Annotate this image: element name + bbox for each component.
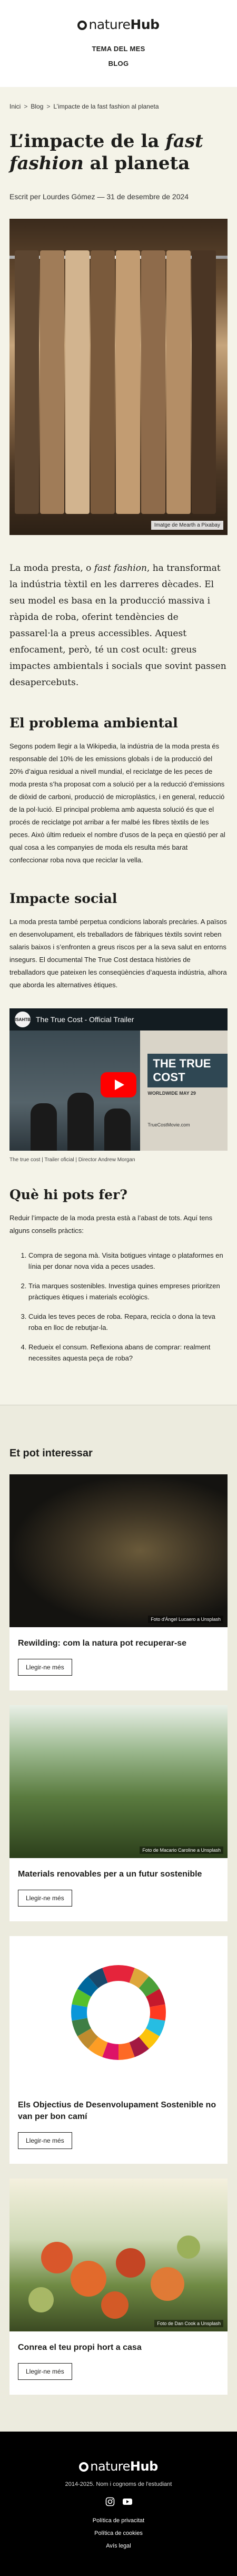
- breadcrumb: Inici > Blog > L’impacte de la fast fash…: [9, 103, 228, 110]
- garment: [91, 250, 115, 514]
- channel-avatar[interactable]: ISAHTB: [15, 1012, 31, 1027]
- article-head: Inici > Blog > L’impacte de la fast fash…: [0, 87, 237, 201]
- card-image-tomatoes: Foto de Dan Cook a Unsplash: [9, 2179, 228, 2331]
- video-topbar: ISAHTB The True Cost - Official Trailer: [9, 1008, 228, 1031]
- todo-paragraph: Reduir l’impacte de la moda presta està …: [9, 1214, 213, 1234]
- card-title[interactable]: Materials renovables per a un futur sost…: [9, 1858, 228, 1880]
- section-heading-social: Impacte social: [9, 891, 117, 906]
- list-item: Tria marques sostenibles. Investiga quin…: [28, 1280, 228, 1302]
- breadcrumb-home[interactable]: Inici: [9, 103, 21, 110]
- breadcrumb-separator: >: [46, 103, 51, 110]
- list-item: Cuida les teves peces de roba. Repara, r…: [28, 1311, 228, 1333]
- env-paragraph: Segons podem llegir a la Wikipedia, la i…: [9, 742, 225, 864]
- list-item: Compra de segona mà. Visita botigues vin…: [28, 1250, 228, 1272]
- logo-text-light: nature: [90, 2459, 130, 2474]
- logo-ring-icon: [79, 2462, 89, 2472]
- tips-list: Compra de segona mà. Visita botigues vin…: [9, 1250, 228, 1364]
- page-title: L’impacte de la fast fashion al planeta: [9, 130, 228, 174]
- breadcrumb-separator: >: [24, 103, 28, 110]
- play-icon[interactable]: [101, 1072, 136, 1097]
- image-credit: Foto d'Ángel Lucaero a Unsplash: [148, 1616, 223, 1623]
- video-figure: [67, 1093, 94, 1151]
- card-image-sdg-wheel: [9, 1936, 228, 2089]
- video-overlay-url: TrueCostMovie.com: [147, 1122, 190, 1127]
- garment: [65, 250, 90, 514]
- card-image-bamboo: Foto de Macario Caroline a Unsplash: [9, 1705, 228, 1858]
- related-section: Et pot interessar Foto d'Ángel Lucaero a…: [0, 1405, 237, 2432]
- video-embed[interactable]: THE TRUE COST WORLDWIDE MAY 29 TrueCostM…: [9, 1008, 228, 1151]
- hero-image: Imatge de Mearth a Pixabay: [9, 219, 228, 535]
- intro-part: , ha transformat la indústria tèxtil en …: [9, 563, 226, 688]
- video-caption: The true cost | Trailer oficial | Direct…: [9, 1157, 135, 1163]
- breadcrumb-blog[interactable]: Blog: [31, 103, 43, 110]
- related-card: Foto de Dan Cook a Unsplash Conrea el te…: [9, 2179, 228, 2395]
- tomatoes-illustration: [28, 2235, 200, 2319]
- breadcrumb-current: L’impacte de la fast fashion al planeta: [53, 103, 159, 110]
- title-part: al planeta: [83, 153, 190, 174]
- social-paragraph: La moda presta també perpetua condicions…: [9, 918, 227, 989]
- sdg-wheel-icon: [71, 1965, 166, 2060]
- hero-credit: Imatge de Mearth a Pixabay: [151, 521, 223, 530]
- image-credit: Foto de Macario Caroline a Unsplash: [140, 1846, 223, 1854]
- read-more-button[interactable]: Llegir-ne més: [18, 1890, 72, 1907]
- intro-part: La moda presta, o: [9, 563, 94, 573]
- card-title[interactable]: Els Objectius de Desenvolupament Sosteni…: [9, 2089, 228, 2123]
- footer-link-privacy[interactable]: Política de privacitat: [9, 2515, 228, 2526]
- card-title[interactable]: Conrea el teu propi hort a casa: [9, 2331, 228, 2354]
- garment: [192, 250, 216, 514]
- related-heading: Et pot interessar: [9, 1447, 93, 1459]
- logo-text-bold: Hub: [130, 17, 160, 32]
- garment: [40, 250, 64, 514]
- byline: Escrit per Lourdes Gómez — 31 de desembr…: [9, 192, 189, 201]
- section-heading-env: El problema ambiental: [9, 715, 178, 731]
- main-nav: TEMA DEL MES BLOG: [92, 42, 145, 71]
- nav-item-tema-del-mes[interactable]: TEMA DEL MES: [92, 42, 145, 56]
- card-image-leopard: Foto d'Ángel Lucaero a Unsplash: [9, 1474, 228, 1627]
- site-header: nature Hub TEMA DEL MES BLOG: [0, 0, 237, 87]
- card-title[interactable]: Rewilding: com la natura pot recuperar-s…: [9, 1627, 228, 1649]
- related-card: Els Objectius de Desenvolupament Sosteni…: [9, 1936, 228, 2164]
- footer-links: Política de privacitat Política de cooki…: [9, 2515, 228, 2552]
- logo-text-bold: Hub: [130, 2459, 158, 2474]
- logo-text-light: nature: [88, 17, 131, 32]
- footer-logo[interactable]: nature Hub: [9, 2459, 228, 2474]
- video-overlay-title: THE TRUE COST: [147, 1054, 228, 1087]
- instagram-icon[interactable]: [105, 2497, 115, 2506]
- copyright: 2014-2025. Nom i cognoms de l'estudiant: [65, 2481, 172, 2487]
- nav-item-blog[interactable]: BLOG: [92, 56, 145, 71]
- related-card: Foto de Macario Caroline a Unsplash Mate…: [9, 1705, 228, 1921]
- read-more-button[interactable]: Llegir-ne més: [18, 2132, 72, 2149]
- garment: [166, 250, 191, 514]
- read-more-button[interactable]: Llegir-ne més: [18, 2363, 72, 2380]
- video-title-card: THE TRUE COST WORLDWIDE MAY 29 TrueCostM…: [140, 1031, 228, 1151]
- article-body: El problema ambiental Segons podem llegi…: [0, 715, 237, 1364]
- footer-link-cookies[interactable]: Política de cookies: [9, 2528, 228, 2539]
- youtube-icon[interactable]: [122, 2497, 132, 2506]
- title-part: L’impacte de la: [9, 131, 166, 152]
- site-logo[interactable]: nature Hub: [77, 17, 160, 32]
- video-title[interactable]: The True Cost - Official Trailer: [36, 1015, 134, 1024]
- garment: [15, 250, 39, 514]
- video-figure: [104, 1109, 131, 1151]
- garment: [116, 250, 140, 514]
- social-links: [9, 2497, 228, 2506]
- list-item: Redueix el consum. Reflexiona abans de c…: [28, 1342, 228, 1364]
- logo-ring-icon: [77, 20, 87, 30]
- related-card: Foto d'Ángel Lucaero a Unsplash Rewildin…: [9, 1474, 228, 1690]
- intro-paragraph: La moda presta, o fast fashion, ha trans…: [0, 535, 237, 691]
- read-more-button[interactable]: Llegir-ne més: [18, 1659, 72, 1676]
- footer-link-legal[interactable]: Avís legal: [9, 2540, 228, 2552]
- section-heading-todo: Què hi pots fer?: [9, 1187, 127, 1202]
- garment: [141, 250, 165, 514]
- image-credit: Foto de Dan Cook a Unsplash: [154, 2320, 223, 2327]
- video-overlay-sub: WORLDWIDE MAY 29: [147, 1091, 196, 1096]
- video-figure: [31, 1103, 57, 1151]
- intro-emphasis: fast fashion: [94, 563, 147, 573]
